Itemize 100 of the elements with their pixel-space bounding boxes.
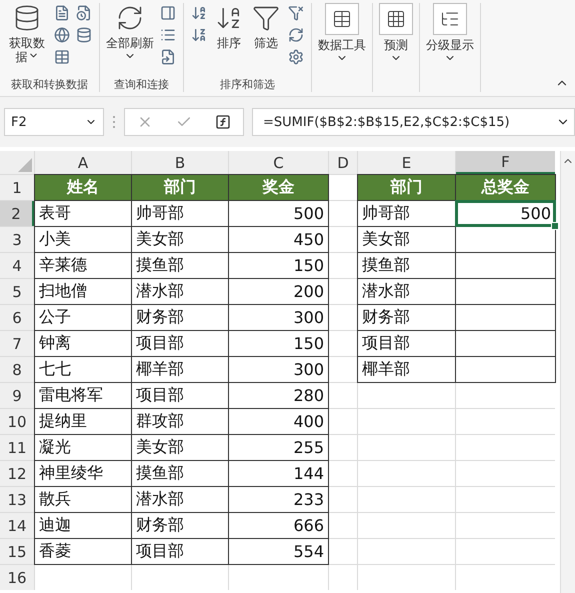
row-header[interactable]: 10 [0, 409, 34, 434]
table-cell[interactable]: 潜水部 [132, 279, 228, 304]
table-cell[interactable] [329, 175, 357, 200]
table-cell[interactable]: 144 [229, 461, 328, 486]
table-cell[interactable] [358, 383, 455, 408]
table-cell[interactable]: 项目部 [132, 383, 228, 408]
table-cell[interactable] [456, 461, 555, 486]
table-cell[interactable] [456, 409, 555, 434]
table-cell[interactable] [329, 487, 357, 512]
table-cell[interactable]: 300 [229, 305, 328, 330]
table-cell[interactable]: 公子 [35, 305, 131, 330]
name-box[interactable]: F2 [4, 108, 104, 136]
column-header[interactable]: C [229, 151, 328, 174]
row-header[interactable]: 13 [0, 487, 34, 512]
table-cell[interactable]: 香菱 [35, 539, 131, 564]
ribbon-button[interactable]: 排序 [212, 3, 246, 50]
table-cell[interactable]: 帅哥部 [132, 201, 228, 226]
table-cell[interactable] [456, 435, 555, 460]
table-cell[interactable] [456, 279, 555, 304]
table-cell[interactable] [329, 383, 357, 408]
table-cell[interactable] [35, 565, 131, 590]
table-cell[interactable] [456, 383, 555, 408]
row-header[interactable]: 12 [0, 461, 34, 486]
table-cell[interactable]: 150 [229, 331, 328, 356]
table-cell[interactable] [358, 513, 455, 538]
header-cell[interactable]: 部门 [358, 175, 455, 200]
table-cell[interactable] [329, 539, 357, 564]
formula-field[interactable]: =SUMIF($B$2:$B$15,E2,$C$2:$C$15) [252, 108, 575, 136]
select-all-icon[interactable] [18, 158, 32, 172]
table-cell[interactable]: 潜水部 [132, 487, 228, 512]
column-header[interactable]: F [456, 151, 555, 174]
function-icon[interactable] [215, 114, 232, 130]
row-header[interactable]: 6 [0, 305, 34, 330]
table-cell[interactable]: 150 [229, 253, 328, 278]
table-cell[interactable]: 项目部 [132, 331, 228, 356]
table-cell[interactable]: 钟离 [35, 331, 131, 356]
fill-handle[interactable] [551, 222, 559, 230]
table-cell[interactable]: 美女部 [358, 227, 455, 252]
header-cell[interactable]: 部门 [132, 175, 228, 200]
table-cell[interactable]: 七七 [35, 357, 131, 382]
row-header[interactable]: 16 [0, 565, 34, 590]
table-cell[interactable]: 散兵 [35, 487, 131, 512]
column-header[interactable]: D [329, 151, 357, 174]
column-header[interactable]: A [35, 151, 131, 174]
row-header[interactable]: 8 [0, 357, 34, 382]
table-cell[interactable]: 美女部 [132, 227, 228, 252]
table-cell[interactable] [132, 565, 228, 590]
table-cell[interactable] [329, 305, 357, 330]
table-cell[interactable]: 666 [229, 513, 328, 538]
ribbon-button[interactable]: 分级显示 [425, 3, 475, 64]
row-header[interactable]: 2 [0, 201, 34, 226]
table-cell[interactable]: 潜水部 [358, 279, 455, 304]
row-header[interactable]: 4 [0, 253, 34, 278]
table-cell[interactable] [329, 279, 357, 304]
table-cell[interactable]: 椰羊部 [358, 357, 455, 382]
table-cell[interactable]: 280 [229, 383, 328, 408]
table-cell[interactable]: 554 [229, 539, 328, 564]
table-cell[interactable] [456, 305, 555, 330]
table-cell[interactable]: 扫地僧 [35, 279, 131, 304]
table-cell[interactable]: 凝光 [35, 435, 131, 460]
table-cell[interactable]: 450 [229, 227, 328, 252]
table-cell[interactable] [329, 565, 357, 590]
table-cell[interactable] [329, 357, 357, 382]
ribbon-button[interactable]: 筛选 [249, 3, 283, 50]
table-cell[interactable]: 项目部 [132, 539, 228, 564]
table-cell[interactable]: 辛莱德 [35, 253, 131, 278]
table-cell[interactable] [358, 539, 455, 564]
table-cell[interactable]: 财务部 [132, 513, 228, 538]
table-cell[interactable]: 财务部 [358, 305, 455, 330]
table-cell[interactable] [329, 227, 357, 252]
table-cell[interactable] [456, 331, 555, 356]
table-cell[interactable]: 神里绫华 [35, 461, 131, 486]
ribbon-button[interactable]: 全部刷新 [105, 3, 155, 62]
column-header[interactable]: E [358, 151, 455, 174]
row-header[interactable]: 11 [0, 435, 34, 460]
row-header[interactable]: 3 [0, 227, 34, 252]
table-cell[interactable]: 财务部 [132, 305, 228, 330]
row-header[interactable]: 9 [0, 383, 34, 408]
table-cell[interactable]: 摸鱼部 [132, 461, 228, 486]
table-cell[interactable] [456, 539, 555, 564]
column-header[interactable]: B [132, 151, 228, 174]
table-cell[interactable]: 500 [229, 201, 328, 226]
table-cell[interactable] [456, 357, 555, 382]
table-cell[interactable] [329, 435, 357, 460]
table-cell[interactable]: 群攻部 [132, 409, 228, 434]
table-cell[interactable]: 帅哥部 [358, 201, 455, 226]
row-header[interactable]: 15 [0, 539, 34, 564]
table-cell[interactable] [456, 227, 555, 252]
table-cell[interactable] [329, 409, 357, 434]
table-cell[interactable] [329, 513, 357, 538]
table-cell[interactable] [329, 253, 357, 278]
table-cell[interactable] [358, 487, 455, 512]
table-cell[interactable] [358, 461, 455, 486]
globe-icon[interactable] [52, 25, 72, 45]
table-cell[interactable]: 小美 [35, 227, 131, 252]
vertical-scrollbar[interactable] [560, 151, 575, 593]
table-cell[interactable]: 项目部 [358, 331, 455, 356]
table-cell[interactable] [229, 565, 328, 590]
table-cell[interactable]: 255 [229, 435, 328, 460]
table-cell[interactable]: 美女部 [132, 435, 228, 460]
